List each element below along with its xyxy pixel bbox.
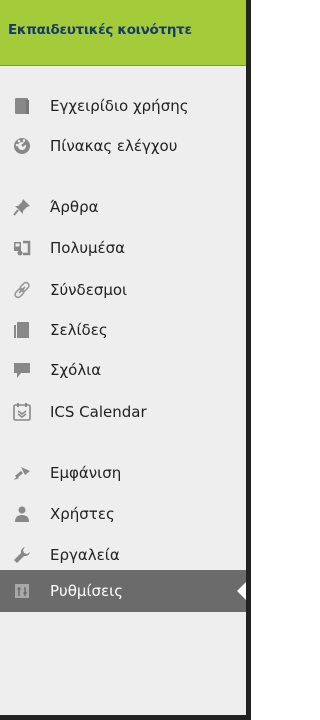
site-title[interactable]: Εκπαιδευτικές κοινότητε [8, 22, 192, 38]
book-icon [12, 96, 32, 116]
menu-item-label: Σύνδεσμοι [50, 281, 128, 299]
dashboard-icon [12, 136, 32, 156]
menu-item-dashboard[interactable]: Πίνακας ελέγχου [0, 126, 246, 166]
menu-item-label: Ρυθμίσεις [50, 582, 124, 600]
settings-icon [12, 581, 32, 601]
menu-item-appearance[interactable]: Εμφάνιση [0, 453, 246, 493]
menu-item-label: Χρήστες [50, 505, 115, 523]
menu-item-label: Πίνακας ελέγχου [50, 137, 178, 155]
menu-item-label: Σελίδες [50, 321, 108, 339]
wrench-icon [12, 545, 32, 565]
menu-item-posts[interactable]: Άρθρα [0, 187, 246, 227]
menu-item-links[interactable]: Σύνδεσμοι [0, 270, 246, 310]
menu-item-label: ICS Calendar [50, 403, 147, 421]
link-icon [12, 280, 32, 300]
menu-item-media[interactable]: Πολυμέσα [0, 228, 246, 268]
menu-item-pages[interactable]: Σελίδες [0, 310, 246, 350]
users-icon [12, 504, 32, 524]
menu-item-label: Άρθρα [50, 198, 99, 216]
menu-item-label: Εγχειρίδιο χρήσης [50, 97, 189, 115]
calendar-icon [12, 402, 32, 422]
site-header[interactable]: Εκπαιδευτικές κοινότητε [0, 0, 246, 66]
menu-item-label: Εργαλεία [50, 546, 120, 564]
menu-item-label: Σχόλια [50, 361, 102, 379]
menu-item-manual[interactable]: Εγχειρίδιο χρήσης [0, 86, 246, 126]
active-indicator [237, 582, 246, 600]
menu-item-ics-calendar[interactable]: ICS Calendar [0, 392, 246, 432]
pin-icon [12, 197, 32, 217]
comment-icon [12, 360, 32, 380]
menu-item-settings[interactable]: Ρυθμίσεις [0, 570, 246, 612]
media-icon [12, 238, 32, 258]
pages-icon [12, 320, 32, 340]
menu-item-label: Εμφάνιση [50, 464, 122, 482]
menu-item-comments[interactable]: Σχόλια [0, 350, 246, 390]
menu-item-users[interactable]: Χρήστες [0, 494, 246, 534]
menu-item-label: Πολυμέσα [50, 239, 126, 257]
menu-item-tools[interactable]: Εργαλεία [0, 535, 246, 575]
admin-sidebar: Εκπαιδευτικές κοινότητε Εγχειρίδιο χρήση… [0, 0, 251, 720]
brush-icon [12, 463, 32, 483]
